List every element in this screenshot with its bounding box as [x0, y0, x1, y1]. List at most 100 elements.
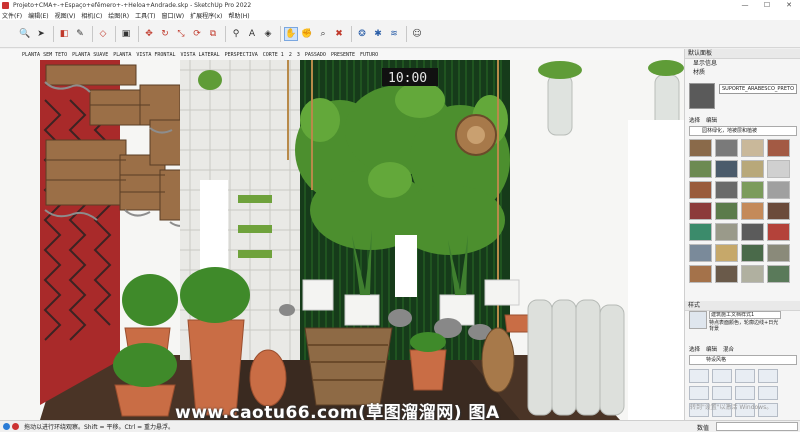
orbit-icon[interactable]: ✋: [284, 27, 298, 41]
menu-window[interactable]: 窗口(W): [162, 11, 185, 20]
material-swatch[interactable]: [741, 139, 764, 157]
display-info-section[interactable]: 显示信息: [685, 59, 800, 68]
scene-tab[interactable]: PLANTA: [113, 52, 131, 58]
material-swatch[interactable]: [715, 139, 738, 157]
material-swatch[interactable]: [689, 139, 712, 157]
minimize-button[interactable]: —: [734, 0, 756, 10]
scene-tab[interactable]: PERSPECTIVA: [225, 52, 258, 58]
material-swatch[interactable]: [741, 223, 764, 241]
menu-file[interactable]: 文件(F): [2, 11, 22, 20]
layout-icon[interactable]: ≋: [387, 27, 401, 41]
menu-tools[interactable]: 工具(T): [135, 11, 155, 20]
material-swatch[interactable]: [767, 139, 790, 157]
pan-icon[interactable]: ✊: [300, 27, 314, 41]
style-tab-select[interactable]: 选择: [689, 345, 700, 353]
default-tray-header[interactable]: 默认面板: [685, 49, 800, 59]
style-thumbnail-item[interactable]: [712, 386, 732, 400]
material-swatch[interactable]: [715, 223, 738, 241]
style-thumbnail-item[interactable]: [689, 386, 709, 400]
zoom-icon[interactable]: ⌕: [316, 27, 330, 41]
materials-section[interactable]: 材质: [685, 68, 800, 77]
modeling-viewport[interactable]: 10:00: [0, 60, 684, 420]
extension-warehouse-icon[interactable]: ✱: [371, 27, 385, 41]
material-swatch[interactable]: [741, 244, 764, 262]
scene-tab[interactable]: PLANTA SUAVE: [72, 52, 108, 58]
rotate-icon[interactable]: ↻: [158, 27, 172, 41]
material-swatch[interactable]: [689, 160, 712, 178]
material-swatch[interactable]: [689, 202, 712, 220]
text-icon[interactable]: A: [245, 27, 259, 41]
tape-measure-icon[interactable]: ⚲: [229, 27, 243, 41]
material-swatch[interactable]: [689, 244, 712, 262]
scene-tab[interactable]: CORTE 1: [263, 52, 284, 58]
scene-tab[interactable]: PASSADO: [305, 52, 326, 58]
material-swatch[interactable]: [767, 160, 790, 178]
scene-tab[interactable]: 3: [297, 52, 300, 58]
style-library-select[interactable]: 特设风格: [689, 355, 797, 365]
scene-tab[interactable]: FUTURO: [360, 52, 378, 58]
material-tab-edit[interactable]: 编辑: [706, 116, 717, 124]
material-swatch[interactable]: [689, 265, 712, 283]
material-swatch[interactable]: [767, 265, 790, 283]
material-swatch[interactable]: [689, 223, 712, 241]
material-tab-select[interactable]: 选择: [689, 116, 700, 124]
material-swatch[interactable]: [741, 202, 764, 220]
material-name-field[interactable]: SUPORTE_ARABESCO_PRETO: [719, 84, 797, 94]
material-swatch[interactable]: [715, 160, 738, 178]
scene-tab[interactable]: PRESENTE: [331, 52, 355, 58]
zoom-extents-icon[interactable]: ✖: [332, 27, 346, 41]
select-arrow-icon[interactable]: ➤: [34, 27, 48, 41]
3d-warehouse-icon[interactable]: ❂: [355, 27, 369, 41]
menu-extensions[interactable]: 扩展程序(x): [190, 11, 222, 20]
menu-help[interactable]: 帮助(H): [228, 11, 249, 20]
scene-tab[interactable]: VISTA FRONTAL: [136, 52, 175, 58]
scene-tab[interactable]: VISTA LATERAL: [180, 52, 219, 58]
menu-edit[interactable]: 编辑(E): [28, 11, 48, 20]
material-swatch[interactable]: [767, 244, 790, 262]
scene-tab[interactable]: PLANTA SEM TETO: [22, 52, 67, 58]
style-thumbnail-item[interactable]: [712, 369, 732, 383]
material-swatch[interactable]: [741, 265, 764, 283]
shape-icon[interactable]: ◇: [96, 27, 110, 41]
credits-icon[interactable]: [12, 423, 19, 430]
material-swatch[interactable]: [689, 181, 712, 199]
material-swatch[interactable]: [767, 181, 790, 199]
move-icon[interactable]: ✥: [142, 27, 156, 41]
paint-bucket-icon[interactable]: ◈: [261, 27, 275, 41]
measurements-input[interactable]: [716, 422, 798, 431]
follow-me-icon[interactable]: ⟳: [190, 27, 204, 41]
style-thumbnail-item[interactable]: [758, 386, 778, 400]
material-swatch[interactable]: [741, 160, 764, 178]
material-swatch[interactable]: [767, 202, 790, 220]
material-swatch[interactable]: [715, 265, 738, 283]
styles-section[interactable]: 样式: [685, 301, 800, 311]
material-swatch[interactable]: [715, 244, 738, 262]
scale-icon[interactable]: ⤡: [174, 27, 188, 41]
style-thumbnail-item[interactable]: [689, 369, 709, 383]
material-swatch[interactable]: [741, 181, 764, 199]
style-tab-edit[interactable]: 编辑: [706, 345, 717, 353]
push-pull-icon[interactable]: ▣: [119, 27, 133, 41]
style-tab-mix[interactable]: 混合: [723, 345, 734, 353]
style-thumbnail-item[interactable]: [735, 386, 755, 400]
geo-location-icon[interactable]: [3, 423, 10, 430]
material-library-select[interactable]: 园林绿化，地被层和植被: [689, 126, 797, 136]
style-thumbnail-item[interactable]: [758, 369, 778, 383]
pencil-icon[interactable]: ✎: [73, 27, 87, 41]
search-icon[interactable]: 🔍: [18, 27, 32, 41]
user-account-icon[interactable]: ☺: [410, 27, 424, 41]
menu-draw[interactable]: 绘图(R): [108, 11, 129, 20]
eraser-icon[interactable]: ◧: [57, 27, 71, 41]
close-button[interactable]: ✕: [778, 0, 800, 10]
material-swatch[interactable]: [767, 223, 790, 241]
material-swatch[interactable]: [715, 202, 738, 220]
style-name-field[interactable]: 建筑施工文档样式1: [709, 311, 781, 319]
menu-camera[interactable]: 相机(C): [81, 11, 102, 20]
material-swatch[interactable]: [715, 181, 738, 199]
scene-tab[interactable]: 2: [289, 52, 292, 58]
menu-view[interactable]: 视图(V): [55, 11, 76, 20]
maximize-button[interactable]: ☐: [756, 0, 778, 10]
current-material-swatch[interactable]: [689, 83, 715, 109]
offset-icon[interactable]: ⧉: [206, 27, 220, 41]
style-thumbnail-item[interactable]: [735, 369, 755, 383]
